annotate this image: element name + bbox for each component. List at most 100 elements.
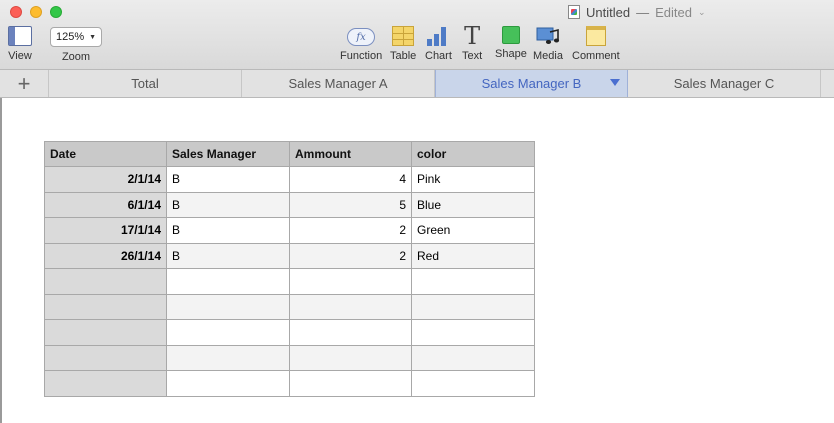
manager-cell[interactable] [166,293,290,320]
color-cell[interactable] [411,370,535,397]
color-cell[interactable]: Red [411,242,535,269]
table-row: 17/1/14 B 2 Green [44,217,535,244]
date-cell[interactable]: 2/1/14 [44,166,167,193]
sheet-tab-bar: + Total Sales Manager A Sales Manager B … [0,70,834,98]
zoom-select[interactable]: 125% ▼ [50,27,102,47]
tab-label: Sales Manager B [481,76,582,91]
amount-cell[interactable]: 2 [289,217,412,244]
table-row [44,344,535,371]
tab-total[interactable]: Total [49,70,242,97]
color-cell[interactable] [411,344,535,371]
comment-icon [585,26,606,46]
amount-cell[interactable]: 4 [289,166,412,193]
date-cell[interactable] [44,344,167,371]
sidebar-view-icon [8,26,32,46]
shape-button[interactable]: Shape [495,26,527,60]
text-label: Text [462,50,483,62]
date-cell[interactable]: 6/1/14 [44,191,167,218]
function-icon: fx [347,28,376,46]
manager-cell[interactable]: B [166,217,290,244]
document-icon [568,5,580,19]
text-icon: T [464,22,481,50]
tab-sales-manager-a[interactable]: Sales Manager A [242,70,435,97]
chart-icon-bar [427,39,433,46]
tab-menu-arrow-icon[interactable] [610,79,620,86]
table-row: 26/1/14 B 2 Red [44,242,535,269]
color-cell[interactable] [411,319,535,346]
manager-cell[interactable] [166,344,290,371]
amount-cell[interactable] [289,370,412,397]
header-cell[interactable]: Date [44,141,167,167]
date-cell[interactable] [44,268,167,295]
zoom-label: Zoom [61,51,91,63]
amount-cell[interactable] [289,319,412,346]
date-cell[interactable]: 26/1/14 [44,242,167,269]
media-button[interactable]: Media [533,26,563,62]
tab-label: Sales Manager C [673,76,775,91]
media-label: Media [533,50,563,62]
window-title[interactable]: Untitled — Edited ⌄ [568,4,706,20]
numbers-window: Untitled — Edited ⌄ View 125% ▼ Zoom fx … [0,0,834,423]
color-cell[interactable]: Pink [411,166,535,193]
title-separator: — [636,4,650,20]
toolbar: Untitled — Edited ⌄ View 125% ▼ Zoom fx … [0,0,834,70]
text-button[interactable]: T Text [462,22,483,62]
zoom-window-button[interactable] [50,6,62,18]
table-button[interactable]: Table [390,26,416,62]
comment-label: Comment [572,50,620,62]
table-label: Table [390,50,417,62]
add-sheet-button[interactable]: + [0,70,49,97]
minimize-window-button[interactable] [30,6,42,18]
date-cell[interactable]: 17/1/14 [44,217,167,244]
chevron-down-icon: ⌄ [697,6,706,17]
color-cell[interactable] [411,268,535,295]
document-title: Untitled [586,4,631,20]
header-cell[interactable]: color [411,141,535,167]
manager-cell[interactable]: B [166,166,290,193]
color-cell[interactable] [411,293,535,320]
shape-label: Shape [495,48,527,60]
table-icon [392,26,415,46]
chart-icon-bar [441,27,447,46]
color-cell[interactable]: Green [411,217,535,244]
color-cell[interactable]: Blue [411,191,535,218]
dropdown-arrow-icon: ▼ [89,33,96,41]
chart-button[interactable]: Chart [425,26,452,62]
zoom-control[interactable]: 125% ▼ Zoom [50,27,102,63]
manager-cell[interactable] [166,370,290,397]
header-cell[interactable]: Sales Manager [166,141,290,167]
sales-table[interactable]: Date Sales Manager Ammount color 2/1/14 … [44,141,535,397]
manager-cell[interactable]: B [166,242,290,269]
close-window-button[interactable] [10,6,22,18]
edited-status: Edited [655,4,692,20]
chart-icon-bar [434,34,440,46]
date-cell[interactable] [44,319,167,346]
amount-cell[interactable] [289,268,412,295]
table-row: 2/1/14 B 4 Pink [44,166,535,193]
comment-button[interactable]: Comment [572,26,620,62]
manager-cell[interactable]: B [166,191,290,218]
table-row [44,293,535,320]
canvas-left-edge [0,98,2,423]
date-cell[interactable] [44,293,167,320]
table-row [44,319,535,346]
shape-icon [501,26,520,44]
amount-cell[interactable]: 2 [289,242,412,269]
amount-cell[interactable]: 5 [289,191,412,218]
amount-cell[interactable] [289,344,412,371]
manager-cell[interactable] [166,319,290,346]
header-cell[interactable]: Ammount [289,141,412,167]
function-label: Function [340,50,383,62]
manager-cell[interactable] [166,268,290,295]
tab-sales-manager-c[interactable]: Sales Manager C [628,70,821,97]
function-button[interactable]: fx Function [340,28,382,62]
date-cell[interactable] [44,370,167,397]
table-row [44,268,535,295]
view-label: View [8,50,32,62]
tab-label: Sales Manager A [288,76,388,91]
zoom-value: 125% [56,31,85,43]
tab-sales-manager-b[interactable]: Sales Manager B [435,70,628,97]
amount-cell[interactable] [289,293,412,320]
view-button[interactable]: View [8,26,32,62]
media-icon [536,26,560,46]
